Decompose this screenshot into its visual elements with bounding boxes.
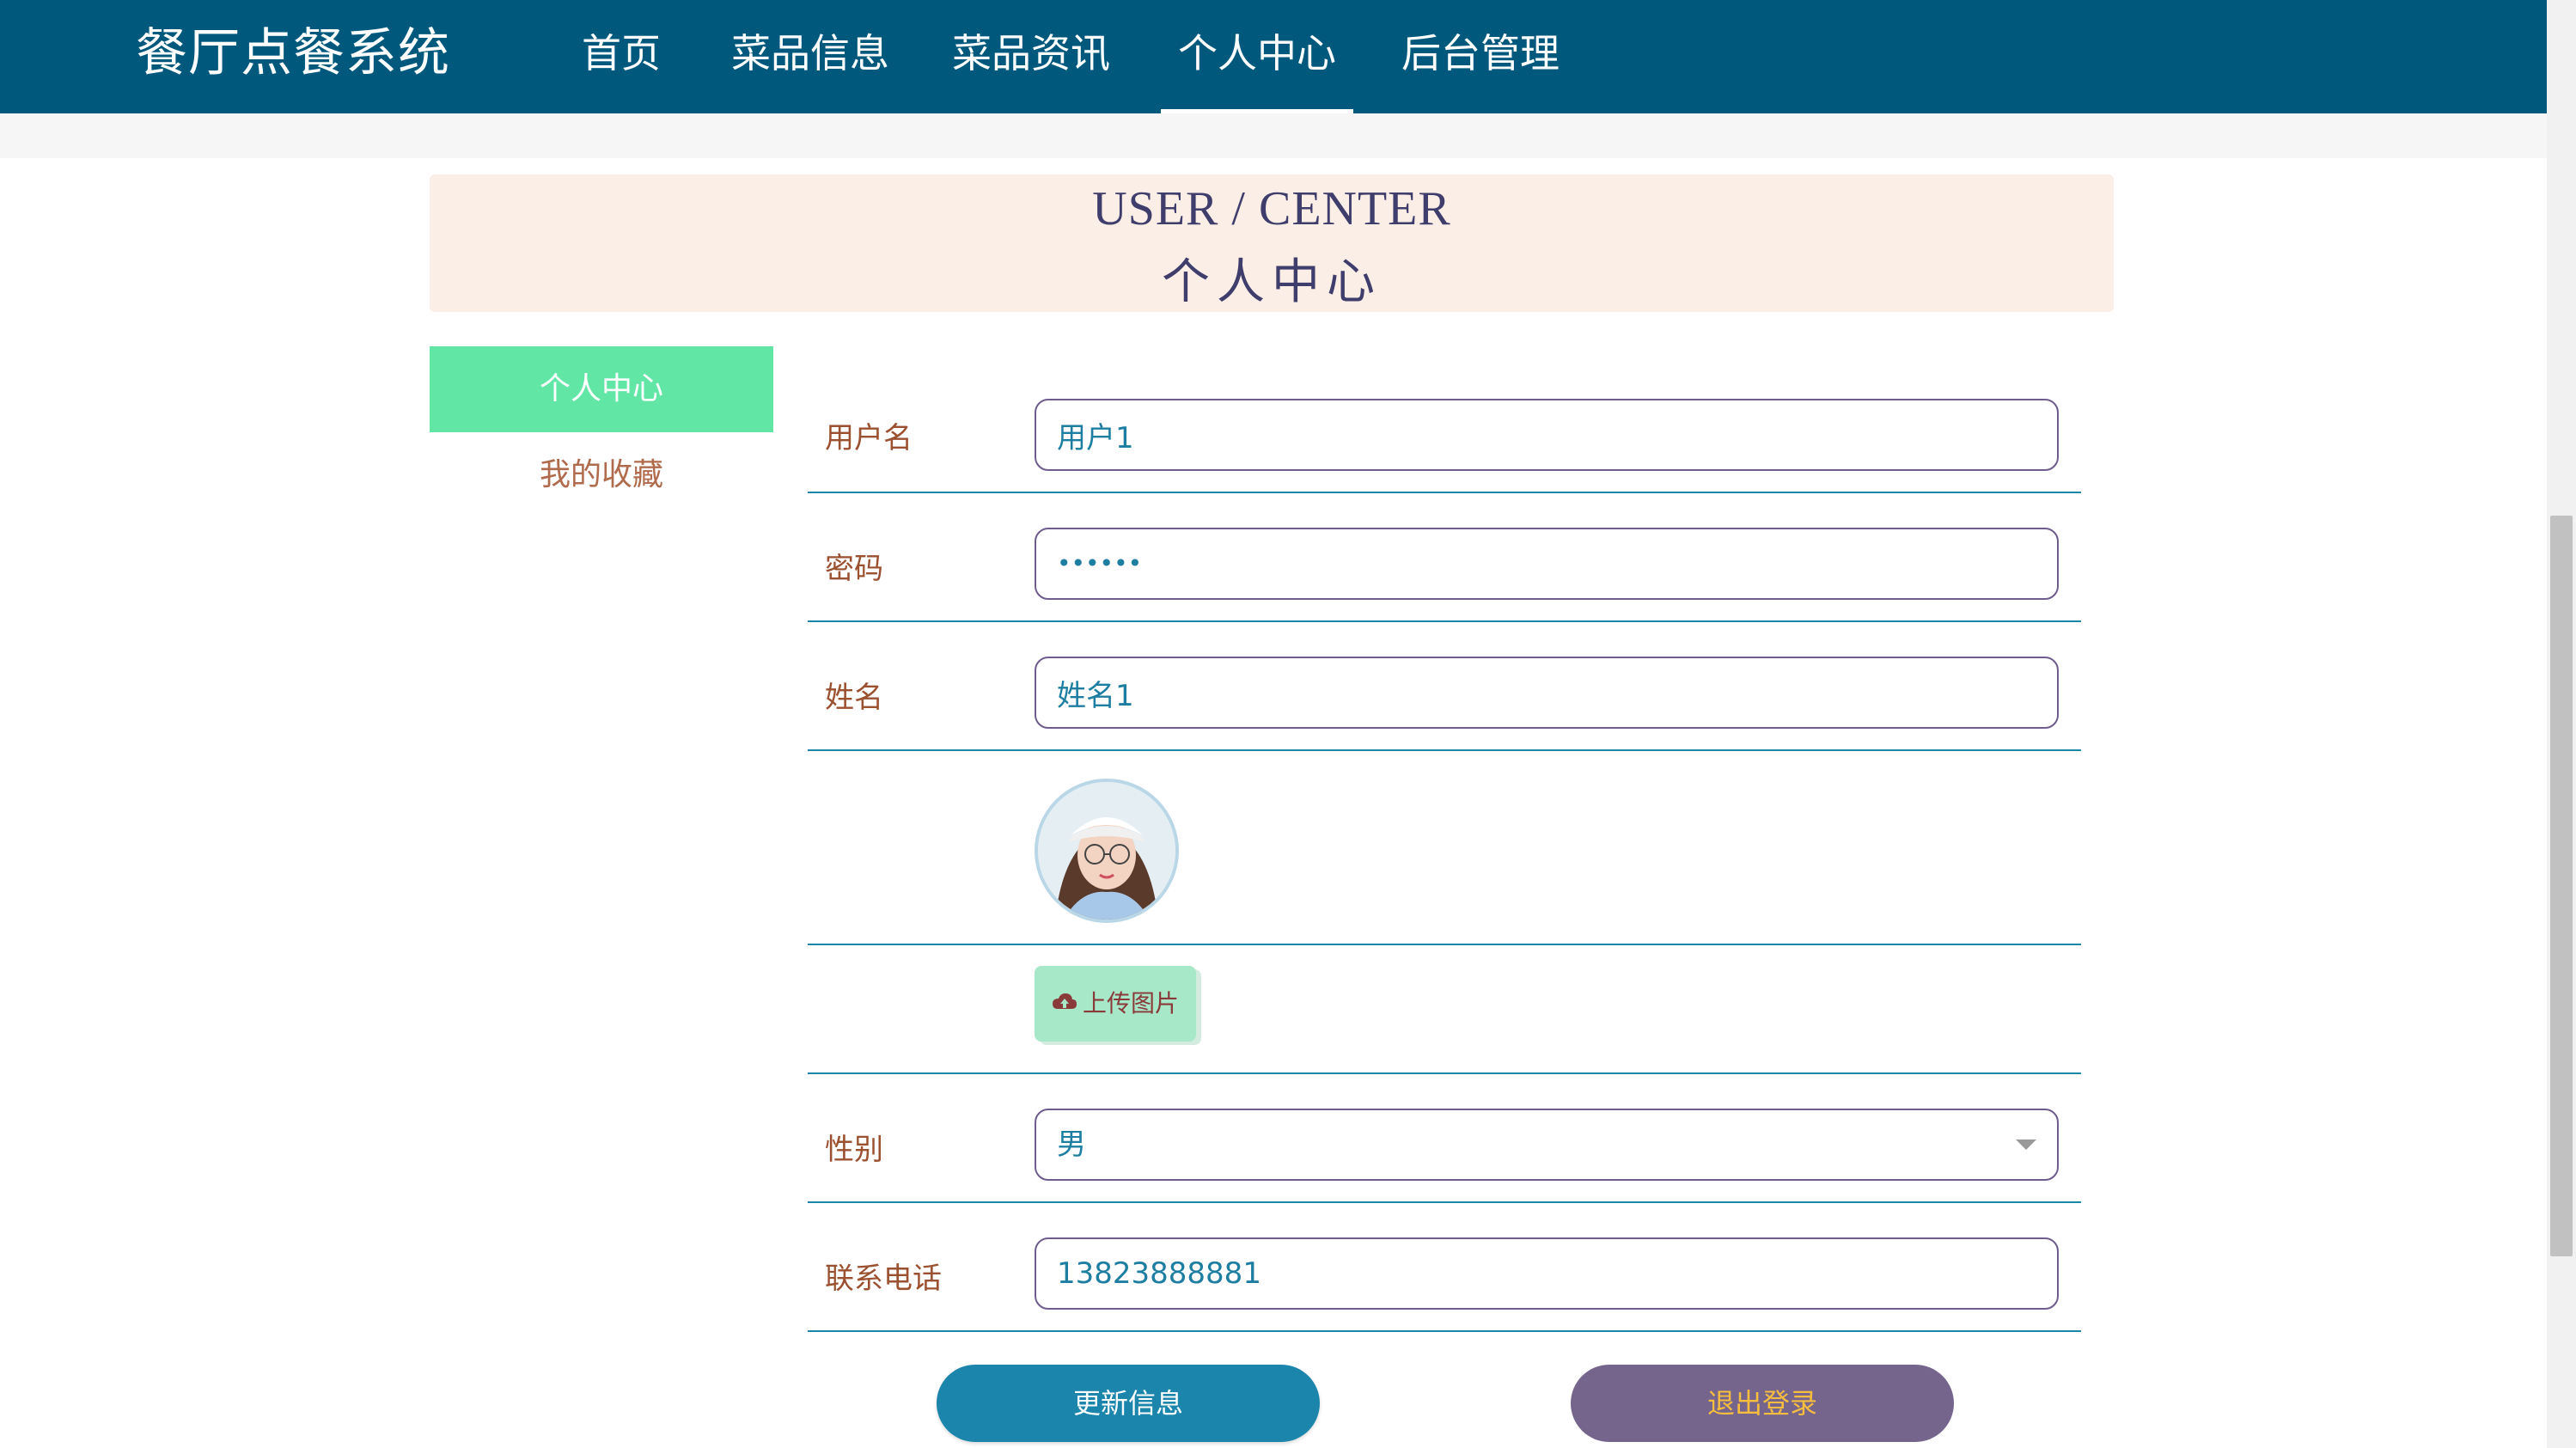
site-brand[interactable]: 餐厅点餐系统 — [136, 0, 450, 110]
nav-item-admin[interactable]: 后台管理 — [1401, 0, 1560, 113]
banner-title-cn: 个人中心 — [1162, 254, 1382, 310]
form-row-password: 密码 •••••• — [808, 492, 2081, 622]
nav-item-home[interactable]: 首页 — [582, 0, 661, 113]
username-input[interactable] — [1035, 399, 2059, 471]
form-row-phone: 联系电话 — [808, 1201, 2081, 1332]
nav-subbar — [0, 113, 2547, 158]
gender-select-value: 男 — [1057, 1127, 1086, 1162]
sidebar-item-user-center[interactable]: 个人中心 — [430, 346, 773, 432]
phone-label: 联系电话 — [825, 1262, 942, 1296]
name-label: 姓名 — [825, 681, 883, 715]
password-input[interactable]: •••••• — [1035, 528, 2059, 600]
form-row-name: 姓名 — [808, 620, 2081, 751]
banner-title-en: USER / CENTER — [1092, 182, 1451, 235]
avatar — [1035, 779, 1179, 923]
nav-item-dishes[interactable]: 菜品信息 — [731, 0, 889, 113]
nav-item-user-center[interactable]: 个人中心 — [1161, 0, 1353, 113]
scrollbar-thumb[interactable] — [2550, 516, 2573, 1256]
form-row-username: 用户名 — [808, 370, 2081, 493]
form-row-upload: 上传图片 — [808, 944, 2081, 1074]
top-nav: 餐厅点餐系统 首页 菜品信息 菜品资讯 个人中心 后台管理 — [0, 0, 2547, 113]
cloud-upload-icon — [1052, 967, 1077, 1042]
logout-button[interactable]: 退出登录 — [1571, 1365, 1954, 1442]
page-banner: USER / CENTER 个人中心 — [430, 174, 2114, 312]
sidebar-item-favorites[interactable]: 我的收藏 — [430, 432, 773, 518]
nav-item-news[interactable]: 菜品资讯 — [952, 0, 1110, 113]
upload-image-button[interactable]: 上传图片 — [1035, 966, 1196, 1042]
name-input[interactable] — [1035, 657, 2059, 729]
update-info-button[interactable]: 更新信息 — [937, 1365, 1320, 1442]
username-label: 用户名 — [825, 421, 913, 455]
form-row-avatar — [808, 749, 2081, 945]
chevron-down-icon — [2016, 1139, 2036, 1150]
phone-input[interactable] — [1035, 1237, 2059, 1310]
upload-button-label: 上传图片 — [1082, 989, 1179, 1017]
form-row-gender: 性别 男 — [808, 1072, 2081, 1203]
password-label: 密码 — [825, 552, 883, 586]
gender-label: 性别 — [825, 1133, 883, 1167]
page-scrollbar[interactable] — [2547, 0, 2576, 1448]
gender-select[interactable]: 男 — [1035, 1109, 2059, 1181]
avatar-photo — [1038, 782, 1175, 920]
